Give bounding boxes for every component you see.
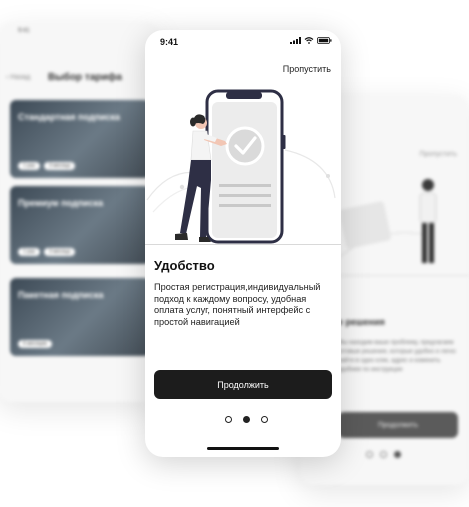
pagination-dots (366, 451, 401, 458)
home-indicator (207, 447, 279, 450)
tariff-chip: 6 месяцев (18, 340, 52, 348)
page-title: Выбор тарифа (48, 72, 122, 83)
divider (145, 244, 341, 245)
tariff-card-title: Стандартная подписка (18, 112, 121, 122)
skip-link: Пропустить (419, 151, 458, 158)
page-dot-active (394, 451, 401, 458)
slide-text: Мы находим ваше проблему, предлагаем гот… (338, 340, 456, 373)
continue-button[interactable]: Продолжить (154, 370, 332, 399)
status-time: 9:41 (18, 28, 30, 34)
onboarding-illustration (146, 89, 336, 244)
back-label: Назад (10, 74, 31, 81)
system-icons (290, 37, 332, 44)
page-dot[interactable] (261, 416, 268, 423)
back-button: ‹ Назад (6, 74, 31, 81)
tariff-chip: 3 месяца (43, 162, 76, 170)
battery-icon (317, 37, 332, 44)
tariff-card: Пакетная подписка 6 месяцев (10, 278, 150, 356)
tariff-card-title: Пакетная подписка (18, 290, 104, 300)
onboarding-illustration (336, 179, 437, 263)
status-bar: 9:41 (145, 30, 341, 52)
tariff-card: Премиум подписка 1 раз 3 месяца (10, 186, 150, 264)
tariff-chip: 3 месяца (43, 248, 76, 256)
page-dot (366, 451, 373, 458)
tariff-chip: 1 раз (18, 248, 40, 256)
tariff-card-title: Премиум подписка (18, 198, 104, 208)
page-dot[interactable] (225, 416, 232, 423)
onboarding-screen: 9:41 Пропустить Удобство Простая регистр… (145, 30, 341, 457)
slide-description: Простая регистрация,индивидуальный подхо… (154, 282, 321, 327)
tariff-card: Стандартная подписка 1 раз 3 месяца (10, 100, 150, 178)
tariff-chip: 1 раз (18, 162, 40, 170)
skip-button[interactable]: Пропустить (283, 64, 331, 74)
slide-title: Удобство (154, 258, 215, 273)
wifi-icon (304, 37, 314, 44)
page-dot (380, 451, 387, 458)
signal-icon (290, 37, 301, 44)
slide-title: е решения (338, 317, 385, 327)
background-screen-tariffs: 9:41 ‹ Назад Выбор тарифа Стандартная по… (0, 22, 160, 402)
status-time: 9:41 (160, 37, 179, 47)
page-dot-active[interactable] (243, 416, 250, 423)
pagination-dots (225, 416, 268, 423)
continue-button: Продолжить (338, 412, 458, 438)
